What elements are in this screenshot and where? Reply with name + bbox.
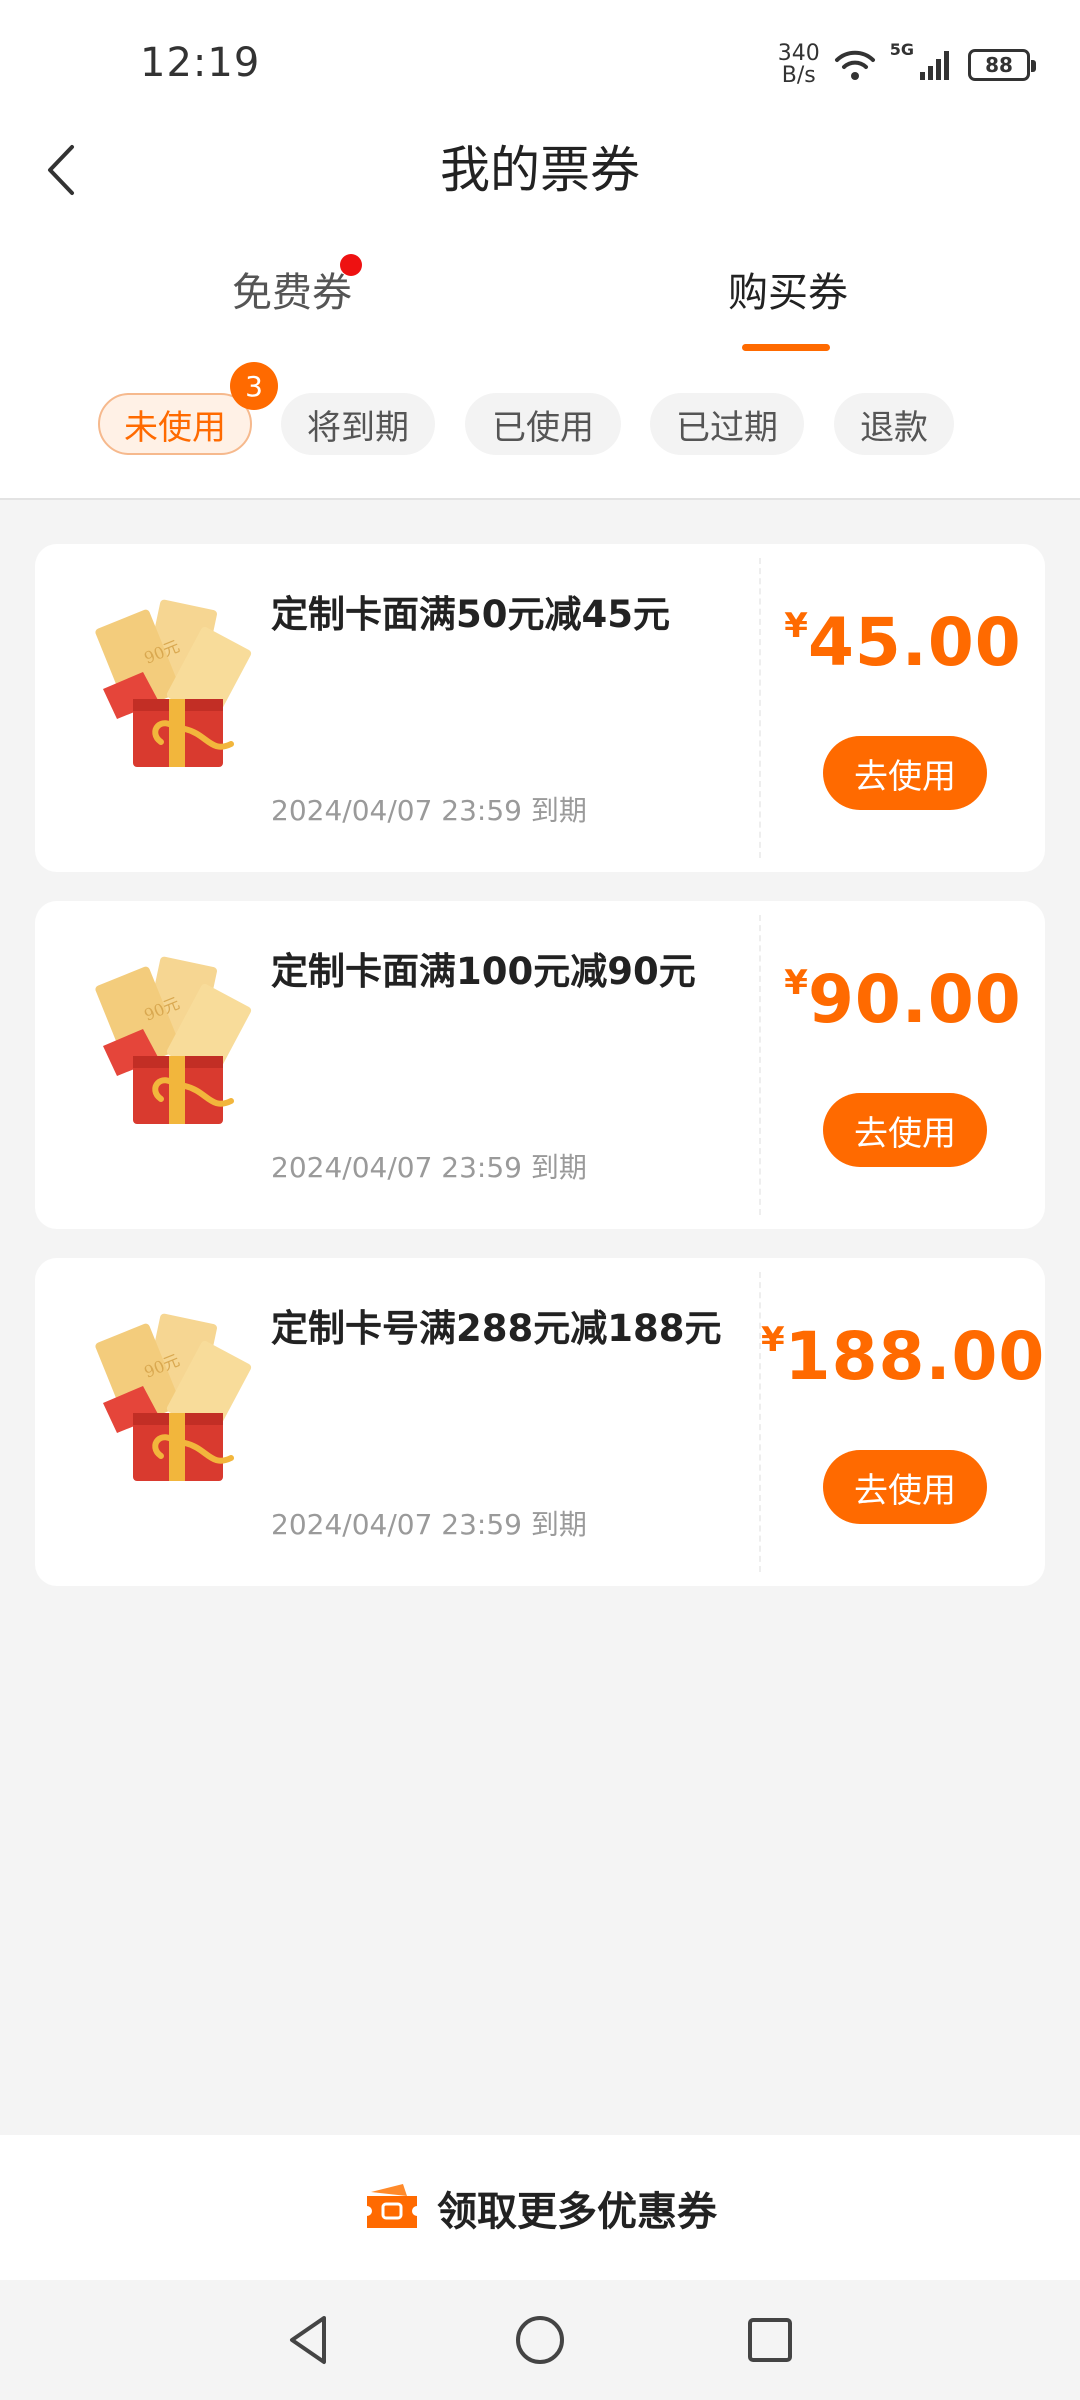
filter-expired[interactable]: 已过期 [650, 393, 804, 455]
recents-square-icon[interactable] [740, 2310, 800, 2370]
status-bar: 12:19 340 B/s 5G 88 [0, 0, 1080, 130]
battery-icon: 88 [968, 49, 1036, 81]
coupon-title: 定制卡面满50元减45元 [271, 593, 670, 636]
coupon-price: ¥45.00 [761, 604, 1045, 681]
network-type: 5G [889, 40, 914, 59]
more-coupons-label: 领取更多优惠券 [437, 2188, 717, 2235]
page-title: 我的票券 [440, 141, 640, 199]
network-speed-unit: B/s [781, 63, 816, 88]
coupon-price: ¥90.00 [761, 961, 1045, 1038]
system-nav-bar [0, 2280, 1080, 2400]
coupon-amount: 188.00 [784, 1318, 1046, 1395]
coupon-expiry: 2024/04/07 23:59 到期 [271, 1151, 587, 1184]
gift-box-icon [71, 1308, 271, 1488]
gift-box-icon [71, 951, 271, 1131]
ticket-icon [367, 2183, 417, 2228]
get-more-coupons-button[interactable]: 领取更多优惠券 [0, 2135, 1080, 2280]
use-coupon-button[interactable]: 去使用 [823, 1093, 987, 1167]
use-coupon-button[interactable]: 去使用 [823, 1450, 987, 1524]
tab-purchased-coupons[interactable]: 购买券 [668, 265, 908, 321]
signal-icon [920, 51, 949, 80]
filter-used[interactable]: 已使用 [465, 393, 621, 455]
coupon-amount: 90.00 [807, 961, 1022, 1038]
coupon-title: 定制卡号满288元减188元 [271, 1307, 722, 1350]
coupon-amount: 45.00 [807, 604, 1022, 681]
network-speed: 340 B/s [778, 43, 820, 87]
notification-dot [340, 254, 362, 276]
tab-free-coupons[interactable]: 免费券 [172, 265, 412, 321]
coupon-divider [759, 915, 761, 1215]
status-icons: 340 B/s 5G 88 [778, 40, 1036, 90]
back-triangle-icon[interactable] [280, 2310, 340, 2370]
active-tab-indicator [742, 344, 830, 351]
coupon-card[interactable]: 定制卡面满100元减90元 2024/04/07 23:59 到期 ¥90.00… [35, 901, 1045, 1229]
coupon-title: 定制卡面满100元减90元 [271, 950, 696, 993]
filter-expiring[interactable]: 将到期 [281, 393, 435, 455]
top-panel: 12:19 340 B/s 5G 88 我的票券 免费券 购买券 未使用 3 将… [0, 0, 1080, 500]
unused-count-badge: 3 [230, 362, 278, 410]
battery-level: 88 [985, 53, 1013, 77]
currency-symbol: ¥ [761, 1320, 785, 1360]
gift-box-icon [71, 594, 271, 774]
coupon-expiry: 2024/04/07 23:59 到期 [271, 794, 587, 827]
coupon-divider [759, 1272, 761, 1572]
coupon-price: ¥188.00 [761, 1318, 1045, 1395]
wifi-icon [834, 50, 875, 80]
network-speed-value: 340 [777, 41, 820, 66]
coupon-expiry: 2024/04/07 23:59 到期 [271, 1508, 587, 1541]
use-coupon-button[interactable]: 去使用 [823, 736, 987, 810]
status-time: 12:19 [140, 40, 261, 86]
currency-symbol: ¥ [784, 606, 808, 646]
home-circle-icon[interactable] [510, 2310, 570, 2370]
coupon-card[interactable]: 定制卡面满50元减45元 2024/04/07 23:59 到期 ¥45.00 … [35, 544, 1045, 872]
coupon-card[interactable]: 定制卡号满288元减188元 2024/04/07 23:59 到期 ¥188.… [35, 1258, 1045, 1586]
coupon-divider [759, 558, 761, 858]
filter-unused[interactable]: 未使用 [98, 393, 252, 455]
currency-symbol: ¥ [784, 963, 808, 1003]
filter-refund[interactable]: 退款 [834, 393, 954, 455]
